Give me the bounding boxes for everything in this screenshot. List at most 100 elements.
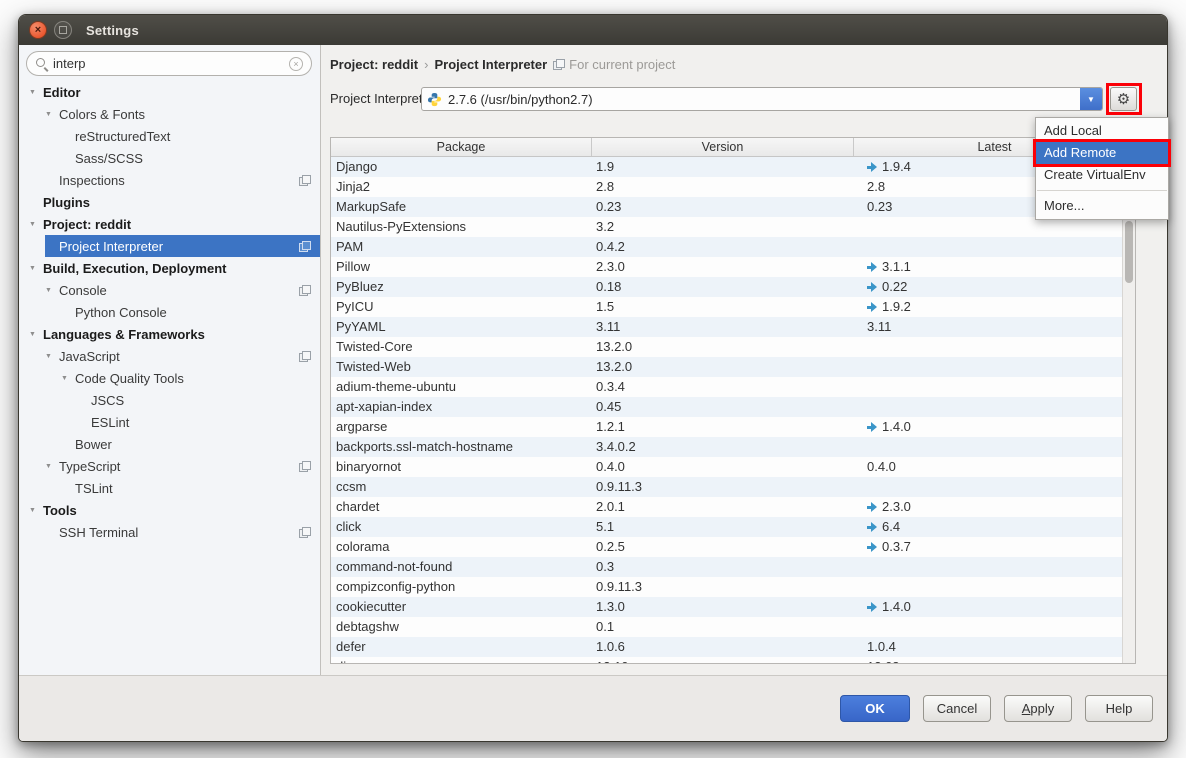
search-box[interactable]: × — [26, 51, 312, 76]
upgrade-arrow-icon — [867, 542, 878, 552]
expand-arrow-icon[interactable]: ▼ — [45, 353, 59, 360]
upgrade-arrow-icon — [867, 502, 878, 512]
table-row[interactable]: Django 1.9 1.9.4 — [331, 157, 1135, 177]
tree-item[interactable]: ▼ Build, Execution, Deployment — [19, 257, 320, 279]
table-row[interactable]: backports.ssl-match-hostname 3.4.0.2 — [331, 437, 1135, 457]
table-row[interactable]: cookiecutter 1.3.0 1.4.0 — [331, 597, 1135, 617]
tree-item[interactable]: ESLint — [19, 411, 320, 433]
clear-search-icon[interactable]: × — [289, 57, 303, 71]
tree-item-label: reStructuredText — [75, 129, 170, 144]
table-row[interactable]: debtagshw 0.1 — [331, 617, 1135, 637]
upgrade-arrow-icon — [867, 282, 878, 292]
close-button[interactable]: × — [29, 21, 47, 39]
tree-item[interactable]: ▼ Languages & Frameworks — [19, 323, 320, 345]
table-row[interactable]: ccsm 0.9.11.3 — [331, 477, 1135, 497]
tree-item[interactable]: ▼ Tools — [19, 499, 320, 521]
table-scrollbar[interactable] — [1122, 157, 1135, 663]
column-header-package[interactable]: Package — [331, 138, 591, 156]
tree-item[interactable]: TSLint — [19, 477, 320, 499]
table-row[interactable]: PAM 0.4.2 — [331, 237, 1135, 257]
tree-item[interactable]: Inspections — [19, 169, 320, 191]
table-row[interactable]: dirspec 13.10 13.08 — [331, 657, 1135, 664]
cell-version: 3.4.0.2 — [591, 437, 853, 457]
dialog-content: × ▼ Editor ▼ Colors & Fonts reStructured… — [19, 45, 1167, 675]
interpreter-settings-button[interactable]: ⚙ — [1110, 87, 1137, 111]
table-row[interactable]: Pillow 2.3.0 3.1.1 — [331, 257, 1135, 277]
cell-version: 1.3.0 — [591, 597, 853, 617]
tree-item[interactable]: ▼ JavaScript — [19, 345, 320, 367]
scrollbar-thumb[interactable] — [1125, 221, 1133, 283]
table-row[interactable]: Nautilus-PyExtensions 3.2 — [331, 217, 1135, 237]
page-icon — [299, 461, 310, 472]
expand-arrow-icon[interactable]: ▼ — [29, 265, 43, 272]
search-input[interactable] — [53, 56, 289, 71]
table-row[interactable]: binaryornot 0.4.0 0.4.0 — [331, 457, 1135, 477]
expand-arrow-icon[interactable]: ▼ — [29, 221, 43, 228]
tree-item[interactable]: Project Interpreter — [19, 235, 320, 257]
table-row[interactable]: command-not-found 0.3 — [331, 557, 1135, 577]
tree-item[interactable]: Python Console — [19, 301, 320, 323]
expand-arrow-icon[interactable]: ▼ — [45, 287, 59, 294]
tree-item[interactable]: ▼ TypeScript — [19, 455, 320, 477]
cell-version: 0.1 — [591, 617, 853, 637]
table-row[interactable]: PyBluez 0.18 0.22 — [331, 277, 1135, 297]
table-row[interactable]: MarkupSafe 0.23 0.23 — [331, 197, 1135, 217]
table-row[interactable]: argparse 1.2.1 1.4.0 — [331, 417, 1135, 437]
table-row[interactable]: PyICU 1.5 1.9.2 — [331, 297, 1135, 317]
tree-item-label: Python Console — [75, 305, 167, 320]
maximize-button[interactable] — [54, 21, 72, 39]
cell-package: Jinja2 — [331, 177, 591, 197]
tree-item[interactable]: ▼ Project: reddit — [19, 213, 320, 235]
tree-item[interactable]: Bower — [19, 433, 320, 455]
table-row[interactable]: colorama 0.2.5 0.3.7 — [331, 537, 1135, 557]
expand-arrow-icon[interactable]: ▼ — [29, 331, 43, 338]
menu-item[interactable]: Add Local — [1036, 120, 1168, 142]
page-icon — [299, 175, 310, 186]
table-row[interactable]: compizconfig-python 0.9.11.3 — [331, 577, 1135, 597]
tree-item[interactable]: ▼ Console — [19, 279, 320, 301]
table-row[interactable]: apt-xapian-index 0.45 — [331, 397, 1135, 417]
menu-item[interactable]: More... — [1036, 195, 1168, 217]
table-row[interactable]: click 5.1 6.4 — [331, 517, 1135, 537]
cell-version: 0.4.0 — [591, 457, 853, 477]
column-header-version[interactable]: Version — [591, 138, 853, 156]
cell-latest: 3.11 — [853, 317, 1135, 337]
tree-item-label: Tools — [43, 503, 77, 518]
tree-item-label: ESLint — [91, 415, 129, 430]
interpreter-select[interactable]: 2.7.6 (/usr/bin/python2.7) ▼ — [421, 87, 1103, 111]
combo-dropdown-button[interactable]: ▼ — [1080, 88, 1102, 110]
table-row[interactable]: Jinja2 2.8 2.8 — [331, 177, 1135, 197]
tree-item[interactable]: reStructuredText — [19, 125, 320, 147]
tree-item[interactable]: Plugins — [19, 191, 320, 213]
tree-item[interactable]: ▼ Editor — [19, 81, 320, 103]
expand-arrow-icon[interactable]: ▼ — [29, 89, 43, 96]
tree-item[interactable]: ▼ Colors & Fonts — [19, 103, 320, 125]
tree-item-label: Build, Execution, Deployment — [43, 261, 226, 276]
tree-item[interactable]: Sass/SCSS — [19, 147, 320, 169]
expand-arrow-icon[interactable]: ▼ — [61, 375, 75, 382]
maximize-icon — [59, 26, 67, 34]
cell-package: defer — [331, 637, 591, 657]
cell-latest — [853, 337, 1135, 357]
tree-item[interactable]: SSH Terminal — [19, 521, 320, 543]
table-row[interactable]: PyYAML 3.11 3.11 — [331, 317, 1135, 337]
cell-version: 0.4.2 — [591, 237, 853, 257]
cell-version: 0.23 — [591, 197, 853, 217]
table-row[interactable]: Twisted-Web 13.2.0 — [331, 357, 1135, 377]
tree-item[interactable]: JSCS — [19, 389, 320, 411]
cell-version: 1.0.6 — [591, 637, 853, 657]
expand-arrow-icon[interactable]: ▼ — [29, 507, 43, 514]
expand-arrow-icon[interactable]: ▼ — [45, 463, 59, 470]
menu-item[interactable]: Add Remote — [1036, 142, 1168, 164]
table-row[interactable]: Twisted-Core 13.2.0 — [331, 337, 1135, 357]
menu-item[interactable]: Create VirtualEnv — [1036, 164, 1168, 186]
apply-button[interactable]: Apply — [1004, 695, 1072, 722]
table-row[interactable]: chardet 2.0.1 2.3.0 — [331, 497, 1135, 517]
table-row[interactable]: adium-theme-ubuntu 0.3.4 — [331, 377, 1135, 397]
table-row[interactable]: defer 1.0.6 1.0.4 — [331, 637, 1135, 657]
cancel-button[interactable]: Cancel — [923, 695, 991, 722]
tree-item[interactable]: ▼ Code Quality Tools — [19, 367, 320, 389]
ok-button[interactable]: OK — [840, 695, 910, 722]
help-button[interactable]: Help — [1085, 695, 1153, 722]
expand-arrow-icon[interactable]: ▼ — [45, 111, 59, 118]
